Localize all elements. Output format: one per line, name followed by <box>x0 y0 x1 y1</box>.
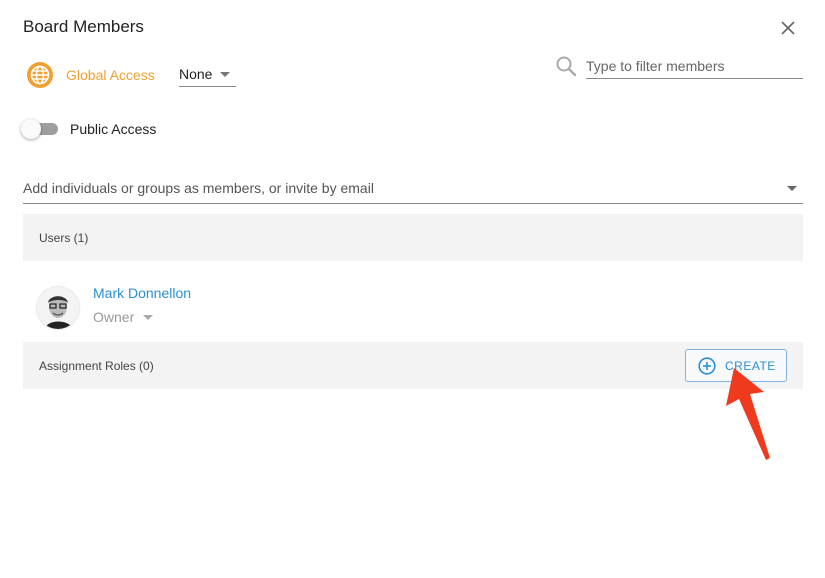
assignment-roles-label: Assignment Roles (0) <box>39 359 154 373</box>
avatar <box>37 287 79 329</box>
public-access-toggle[interactable] <box>20 119 60 139</box>
toggle-thumb <box>21 119 41 139</box>
member-role-select[interactable]: Owner <box>93 309 154 325</box>
dropdown-arrow-icon <box>220 72 230 77</box>
search-icon <box>556 56 577 77</box>
close-icon <box>781 21 795 35</box>
public-access-label: Public Access <box>70 121 157 137</box>
create-role-button[interactable]: CREATE <box>685 349 787 382</box>
create-button-label: CREATE <box>725 358 776 373</box>
close-button[interactable] <box>778 18 798 38</box>
dialog-title: Board Members <box>23 17 144 36</box>
member-role-value: Owner <box>93 309 135 325</box>
global-access-value: None <box>179 66 213 82</box>
users-section-header: Users (1) <box>23 214 803 261</box>
global-access-select[interactable]: None <box>179 62 236 87</box>
global-access-label: Global Access <box>66 67 155 83</box>
globe-icon <box>27 62 53 88</box>
add-members-placeholder: Add individuals or groups as members, or… <box>23 180 374 196</box>
dropdown-arrow-icon[interactable] <box>787 186 797 191</box>
member-filter <box>555 53 803 80</box>
member-name-link[interactable]: Mark Donnellon <box>93 285 191 301</box>
dropdown-arrow-icon <box>143 314 154 320</box>
user-photo-icon <box>37 287 79 329</box>
plus-circle-icon <box>698 356 716 375</box>
users-section-label: Users (1) <box>39 231 89 245</box>
add-members-input[interactable]: Add individuals or groups as members, or… <box>23 174 803 204</box>
filter-members-input[interactable] <box>586 53 803 79</box>
global-access-row: Global Access <box>26 60 155 90</box>
